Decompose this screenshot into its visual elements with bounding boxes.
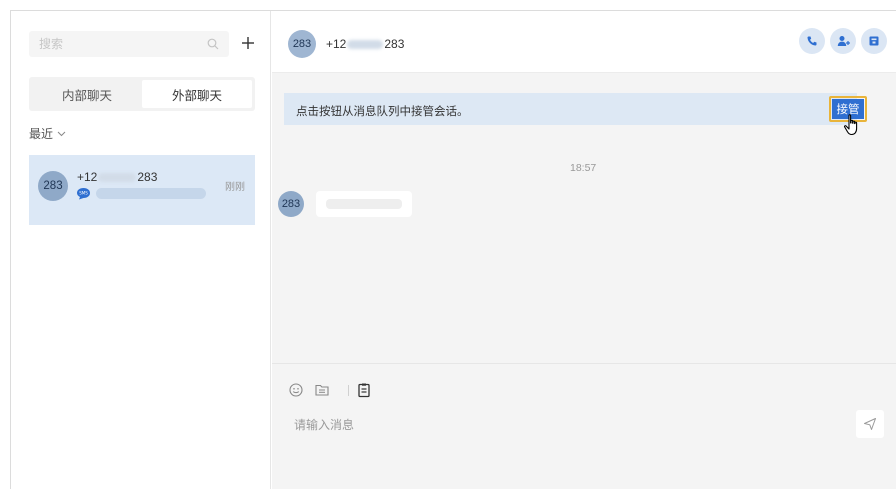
- conversation-sidebar: 内部聊天 外部聊天 最近 283 +12 283 刚刚 SMS: [11, 11, 271, 489]
- avatar: 283: [288, 30, 316, 58]
- archive-icon: [869, 36, 879, 46]
- conversation-name: +12 283: [77, 170, 157, 184]
- phone-icon: [807, 36, 817, 46]
- takeover-banner-text: 点击按钮从消息队列中接管会话。: [296, 106, 469, 118]
- message-input[interactable]: [286, 410, 854, 440]
- app-window: 内部聊天 外部聊天 最近 283 +12 283 刚刚 SMS: [10, 10, 896, 489]
- contact-name-suffix: 283: [384, 37, 405, 51]
- redacted-number: [347, 39, 384, 49]
- conversation-list-item[interactable]: 283 +12 283 刚刚 SMS: [29, 155, 255, 225]
- send-button[interactable]: [856, 410, 884, 438]
- redacted-number: [98, 172, 137, 182]
- message-text-redacted: [326, 199, 402, 209]
- chat-header: 283 +12 283: [272, 11, 896, 73]
- conversation-time: 刚刚: [225, 182, 245, 193]
- plus-icon: [242, 37, 254, 49]
- sms-icon: SMS: [77, 188, 90, 200]
- takeover-banner: 点击按钮从消息队列中接管会话。 接管: [284, 93, 867, 125]
- add-contact-button[interactable]: [830, 28, 856, 54]
- contact-name-prefix: +12: [326, 37, 347, 51]
- emoji-icon[interactable]: [288, 382, 304, 398]
- template-icon[interactable]: [356, 382, 372, 398]
- search-row: [29, 29, 259, 57]
- add-contact-icon: [837, 36, 850, 46]
- tab-external-chat[interactable]: 外部聊天: [142, 80, 252, 108]
- message-timestamp: 18:57: [570, 162, 597, 174]
- chevron-down-icon: [57, 131, 66, 136]
- avatar: 283: [278, 191, 304, 217]
- chat-panel: 283 +12 283 点击按钮从消息队列中接管会话。 接管 18:57 283…: [272, 11, 896, 489]
- hand-pointer-cursor-icon: [843, 114, 858, 136]
- avatar: 283: [38, 171, 68, 201]
- search-box[interactable]: [29, 31, 229, 57]
- call-button[interactable]: [799, 28, 825, 54]
- send-icon: [864, 418, 876, 430]
- toolbar-divider: [348, 385, 349, 396]
- svg-text:SMS: SMS: [79, 191, 88, 196]
- archive-button[interactable]: [861, 28, 887, 54]
- conversation-name-prefix: +12: [77, 170, 98, 184]
- message-preview-redacted: [96, 188, 206, 199]
- contact-name: +12 283: [326, 37, 404, 51]
- recent-filter-label: 最近: [29, 127, 54, 141]
- tab-internal-chat[interactable]: 内部聊天: [32, 80, 142, 108]
- new-chat-button[interactable]: [237, 29, 259, 57]
- file-icon[interactable]: [314, 382, 330, 398]
- chat-type-tabs: 内部聊天 外部聊天: [29, 77, 255, 111]
- recent-filter-dropdown[interactable]: 最近: [29, 125, 66, 142]
- search-input[interactable]: [29, 31, 199, 57]
- message-bubble: [316, 191, 412, 217]
- conversation-name-suffix: 283: [137, 170, 158, 184]
- message-composer: [272, 363, 896, 489]
- search-icon[interactable]: [207, 38, 219, 50]
